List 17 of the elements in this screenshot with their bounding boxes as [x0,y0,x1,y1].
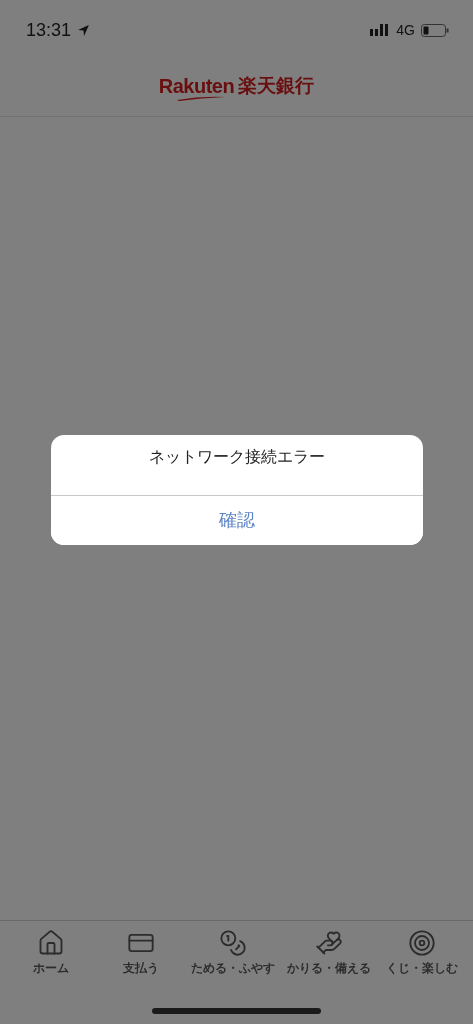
battery-icon [421,23,449,37]
tab-item[interactable]: ためる・ふやす [185,921,282,987]
tab-item[interactable]: ホーム [6,921,96,987]
location-icon [77,23,91,37]
tab-item[interactable]: くじ・楽しむ [377,921,467,987]
signal-icon [370,24,391,36]
tab-item[interactable]: 支払う [95,921,186,987]
alert-message: ネットワーク接続エラー [148,446,325,468]
target-icon [408,929,437,957]
status-time: 13:31 [26,19,72,41]
tab-item[interactable]: かりる・備える [281,921,378,987]
coins-icon [219,929,248,957]
logo-title: 楽天銀行 [238,76,315,95]
hands-heart-icon [315,929,344,957]
logo-wordmark: Rakuten [158,75,235,96]
network-label: 4G [396,22,415,38]
confirm-button[interactable]: 確認 [50,494,423,545]
